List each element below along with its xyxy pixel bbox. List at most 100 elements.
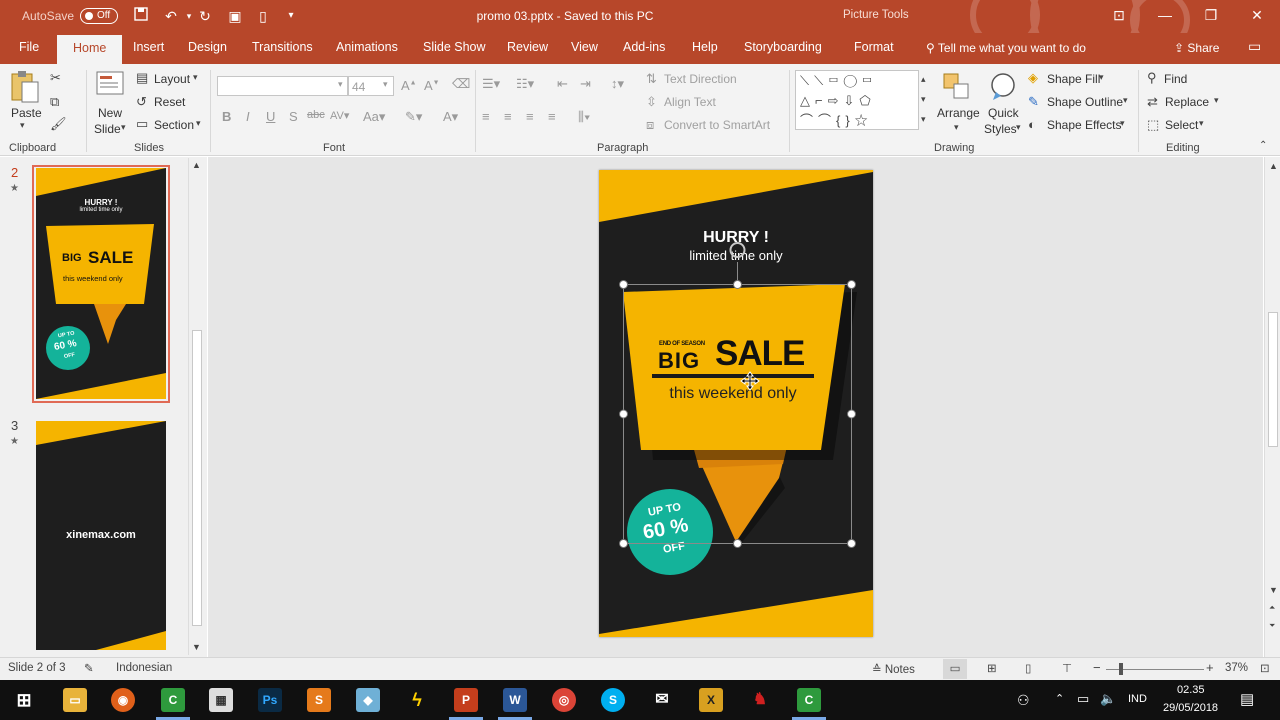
line-spacing-icon[interactable]: ↕▾ — [611, 76, 624, 92]
camtasia-icon[interactable]: C — [161, 688, 185, 712]
font-size-box[interactable]: 44 ▾ — [348, 76, 394, 96]
new-slide-icon[interactable] — [96, 70, 126, 100]
shape-outline-icon[interactable]: ✎ — [1028, 94, 1039, 110]
increase-indent-icon[interactable]: ⇥ — [580, 76, 591, 92]
slideshow-view-icon[interactable]: ⊤ — [1062, 661, 1072, 675]
xara-icon[interactable]: X — [699, 688, 723, 712]
format-painter-icon[interactable]: 🖌 — [50, 116, 67, 132]
decrease-font-icon[interactable]: A▼ — [424, 78, 440, 93]
powerpoint-icon[interactable]: P — [454, 688, 478, 712]
zoom-out-icon[interactable]: − — [1093, 660, 1101, 675]
shape-fill-button[interactable]: Shape Fill — [1047, 72, 1100, 86]
section-icon[interactable]: ▭ — [136, 116, 148, 132]
reading-view-icon[interactable]: ▯ — [1025, 661, 1031, 675]
shapes-scroll-up-icon[interactable]: ▴ — [921, 74, 926, 85]
align-left-icon[interactable]: ≡ — [482, 109, 490, 124]
smartart-icon[interactable]: ⧈ — [646, 117, 654, 133]
align-center-icon[interactable]: ≡ — [504, 109, 512, 124]
photoshop-icon[interactable]: Ps — [258, 688, 282, 712]
tell-me-search[interactable]: ⚲ Tell me what you want to do — [926, 41, 1086, 55]
slide-sale-text[interactable]: SALE — [715, 334, 805, 374]
slide-hurry-text[interactable]: HURRY ! — [599, 229, 873, 247]
windows-start-icon[interactable]: ⊞ — [12, 688, 36, 712]
tab-home[interactable]: Home — [57, 35, 123, 64]
find-icon[interactable]: ⚲ — [1147, 70, 1157, 86]
clear-formatting-icon[interactable]: ⌫ — [452, 76, 470, 92]
slide-weekend-text[interactable]: this weekend only — [599, 385, 867, 403]
ribbon-display-icon[interactable]: ⊡ — [1096, 0, 1142, 33]
fit-slide-icon[interactable]: ⊡ — [1260, 661, 1270, 675]
language-indicator[interactable]: Indonesian — [116, 662, 172, 674]
shape-effects-button[interactable]: Shape Effects — [1047, 118, 1122, 132]
tab-add-ins[interactable]: Add-ins — [623, 40, 665, 54]
new-slide-label-2[interactable]: Slide — [94, 122, 121, 136]
spell-check-icon[interactable]: ✎ — [84, 661, 94, 675]
align-right-icon[interactable]: ≡ — [526, 109, 534, 124]
font-name-box[interactable] — [217, 76, 348, 96]
scroll-up-icon[interactable]: ▲ — [192, 160, 201, 170]
layout-dropdown-icon[interactable]: ▾ — [193, 72, 198, 83]
shape-fill-icon[interactable]: ◈ — [1028, 70, 1038, 86]
network-icon[interactable]: ▭ — [1077, 691, 1089, 707]
thumbnail-scrollbar[interactable]: ▲ ▼ — [188, 158, 204, 655]
clock-date[interactable]: 29/05/2018 — [1163, 702, 1218, 714]
clock-time[interactable]: 02.35 — [1177, 684, 1205, 696]
shapes-more-icon[interactable]: ▾ — [921, 114, 926, 125]
slide-thumbnail-2[interactable]: HURRY ! limited time only BIG SALE this … — [36, 168, 166, 399]
bullets-icon[interactable]: ☰▾ — [482, 76, 500, 92]
columns-icon[interactable]: ⫼▾ — [578, 109, 590, 125]
top-yellow-band[interactable] — [599, 170, 873, 222]
section-dropdown-icon[interactable]: ▾ — [196, 118, 201, 129]
comments-icon[interactable]: ▭ — [1248, 38, 1261, 55]
tab-help[interactable]: Help — [692, 40, 718, 54]
shape-outline-button[interactable]: Shape Outline — [1047, 95, 1123, 109]
replace-icon[interactable]: ⇄ — [1147, 94, 1158, 110]
shape-outline-dropdown-icon[interactable]: ▾ — [1123, 95, 1128, 106]
shape-fill-dropdown-icon[interactable]: ▾ — [1099, 72, 1104, 83]
bolt-app-icon[interactable]: ϟ — [405, 688, 429, 712]
new-slide-label-1[interactable]: New — [98, 106, 122, 120]
bottom-yellow-band[interactable] — [599, 590, 873, 637]
reset-icon[interactable]: ↺ — [136, 94, 147, 110]
scroll-down-icon[interactable]: ▼ — [192, 642, 201, 652]
notes-button[interactable]: ≙ Notes — [872, 662, 915, 676]
cut-icon[interactable]: ✂ — [50, 70, 61, 86]
slide-thumbnail-3[interactable]: xinemax.com — [36, 421, 166, 650]
arrange-icon[interactable] — [942, 72, 972, 102]
slide-sorter-icon[interactable]: ⊞ — [987, 661, 997, 675]
calculator-icon[interactable]: ▦ — [209, 688, 233, 712]
share-button[interactable]: ⇪ Share — [1174, 41, 1219, 55]
font-color-icon[interactable]: A▾ — [443, 109, 458, 125]
shadow-icon[interactable]: S — [289, 109, 298, 124]
new-slide-dropdown-icon[interactable]: ▾ — [121, 122, 126, 133]
file-explorer-icon[interactable]: ▭ — [63, 688, 87, 712]
minimize-icon[interactable]: — — [1142, 0, 1188, 33]
tab-storyboarding[interactable]: Storyboarding — [744, 40, 822, 54]
app-icon[interactable]: ◆ — [356, 688, 380, 712]
volume-icon[interactable]: 🔈 — [1100, 691, 1116, 707]
shape-effects-dropdown-icon[interactable]: ▾ — [1120, 118, 1125, 129]
highlight-icon[interactable]: ✎▾ — [405, 109, 422, 125]
tab-animations[interactable]: Animations — [336, 40, 398, 54]
change-case-icon[interactable]: Aa▾ — [363, 109, 385, 125]
canvas-vertical-scrollbar[interactable]: ▲ ▼ ⏶ ⏷ — [1264, 157, 1280, 657]
tab-insert[interactable]: Insert — [133, 40, 164, 54]
paste-icon[interactable] — [10, 70, 40, 103]
shapes-gallery[interactable]: ⟍⟍▭◯▭ △⌐⇨⇩⬠ ⌒⌒{}☆ — [795, 70, 919, 130]
section-button[interactable]: Section — [154, 118, 194, 132]
bold-icon[interactable]: B — [222, 109, 231, 124]
tab-review[interactable]: Review — [507, 40, 548, 54]
find-button[interactable]: Find — [1164, 72, 1187, 86]
canvas-scroll-thumb[interactable] — [1268, 312, 1278, 447]
justify-icon[interactable]: ≡ — [548, 109, 556, 124]
slide-end-of-season[interactable]: END OF SEASON — [659, 341, 705, 347]
align-text-icon[interactable]: ⇳ — [646, 94, 657, 110]
firefox-icon[interactable]: ◉ — [111, 688, 135, 712]
notifications-icon[interactable]: ▤ — [1240, 690, 1254, 708]
chrome-icon[interactable]: ◎ — [552, 688, 576, 712]
arrange-dropdown-icon[interactable]: ▾ — [954, 122, 959, 133]
previous-slide-icon[interactable]: ⏶ — [1269, 603, 1275, 613]
char-spacing-icon[interactable]: AV▾ — [330, 109, 349, 122]
current-slide[interactable]: HURRY ! limited time only END OF SEASON … — [599, 170, 873, 637]
mail-icon[interactable]: ✉ — [650, 688, 674, 712]
